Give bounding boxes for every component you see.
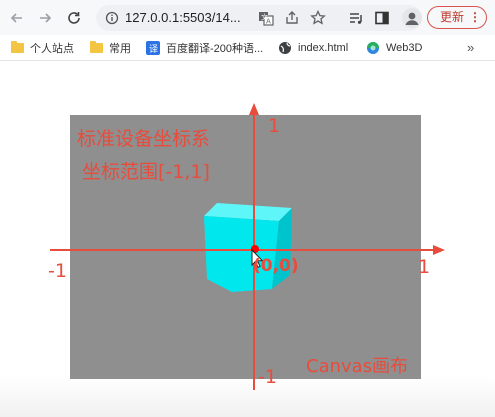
x-axis-negative-label: -1 — [48, 260, 67, 282]
title-line-1: 标准设备坐标系 — [77, 128, 211, 150]
coordinate-overlay — [50, 103, 445, 390]
cyan-cube — [204, 203, 292, 292]
title-line-2: 坐标范围[-1,1] — [82, 161, 210, 183]
y-axis-arrow-icon — [249, 103, 259, 115]
x-axis-positive-label: 1 — [418, 256, 431, 278]
y-axis-positive-label: 1 — [268, 115, 281, 137]
cube-front-face — [204, 216, 279, 292]
origin-label: (0,0) — [253, 256, 299, 276]
y-axis-negative-label: -1 — [258, 366, 277, 388]
x-axis-arrow-icon — [433, 245, 445, 255]
canvas-caption: Canvas画布 — [306, 356, 409, 377]
